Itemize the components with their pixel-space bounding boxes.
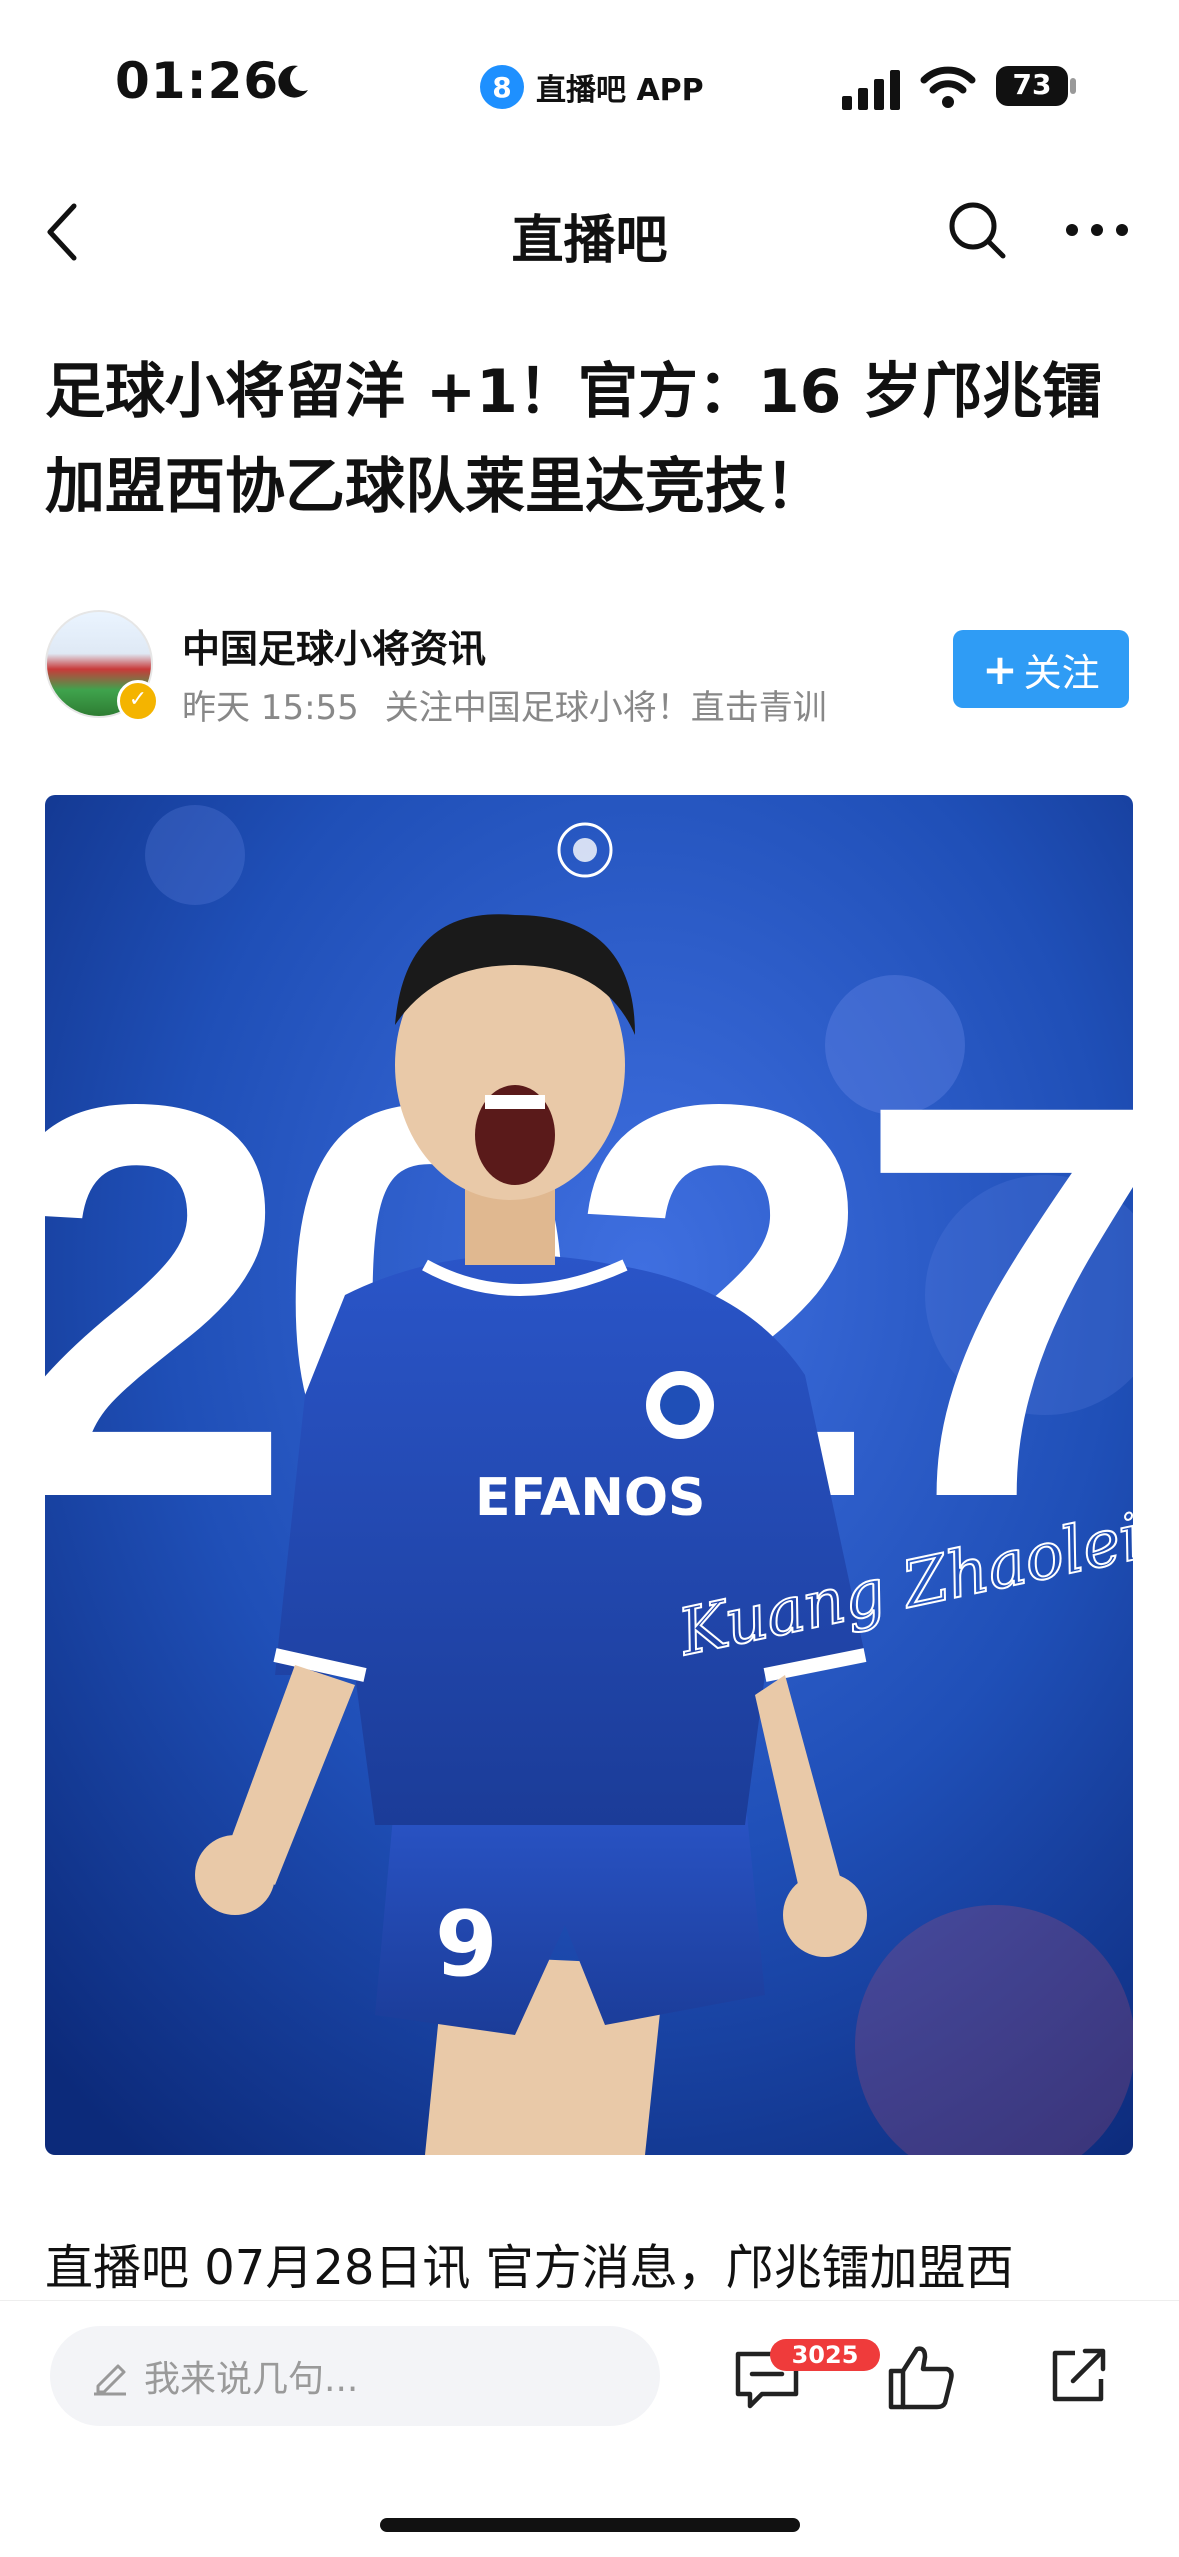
battery-indicator: 73 bbox=[995, 64, 1077, 108]
status-time: 01:26 bbox=[115, 52, 280, 110]
comment-count-badge: 3025 bbox=[770, 2339, 880, 2371]
follow-plus-icon: + bbox=[982, 644, 1018, 694]
author-bio: 关注中国足球小将！直击青训 bbox=[384, 688, 827, 728]
status-bar: 01:26 8 直播吧 APP 73 bbox=[0, 0, 1179, 170]
author-name[interactable]: 中国足球小将资讯 bbox=[182, 618, 486, 673]
follow-button[interactable]: + 关注 bbox=[953, 630, 1129, 708]
app-name: 直播吧 APP bbox=[536, 73, 704, 108]
app-badge: 8 bbox=[480, 65, 524, 109]
more-icon[interactable] bbox=[1062, 218, 1132, 242]
comment-placeholder: 我来说几句... bbox=[144, 2359, 359, 2400]
nav-bar: 直播吧 bbox=[0, 180, 1179, 300]
moon-icon bbox=[278, 65, 308, 98]
sponsor-text: EFANOS bbox=[475, 1468, 706, 1528]
search-icon[interactable] bbox=[945, 198, 1009, 262]
app-indicator[interactable]: 8 直播吧 APP bbox=[480, 62, 704, 112]
wifi-icon bbox=[920, 66, 976, 108]
shorts-number: 9 bbox=[435, 1892, 498, 1997]
battery-level: 73 bbox=[1012, 68, 1052, 101]
author-row: ✓ 中国足球小将资讯 昨天 15:55 关注中国足球小将！直击青训 + 关注 bbox=[45, 610, 1135, 730]
hero-image[interactable]: 2027 9 EFANOS bbox=[45, 795, 1133, 2155]
player-poster: 2027 9 EFANOS bbox=[45, 795, 1133, 2155]
article-title: 足球小将留洋 +1！官方：16 岁邝兆镭加盟西协乙球队莱里达竞技！ bbox=[45, 357, 1103, 522]
comment-input[interactable]: 我来说几句... bbox=[50, 2326, 660, 2426]
signal-icon bbox=[842, 70, 900, 110]
share-icon[interactable] bbox=[1047, 2343, 1111, 2407]
thumbs-up-icon[interactable] bbox=[885, 2341, 957, 2413]
home-indicator[interactable] bbox=[380, 2518, 800, 2532]
follow-label: 关注 bbox=[1023, 650, 1100, 695]
publish-time: 昨天 15:55 bbox=[182, 688, 359, 728]
verified-icon: ✓ bbox=[117, 680, 159, 722]
pen-icon bbox=[94, 2364, 126, 2396]
author-meta: 昨天 15:55 关注中国足球小将！直击青训 bbox=[182, 680, 827, 729]
article-lead: 直播吧 07月28日讯 官方消息，邝兆镭加盟西 bbox=[45, 2240, 1014, 2296]
